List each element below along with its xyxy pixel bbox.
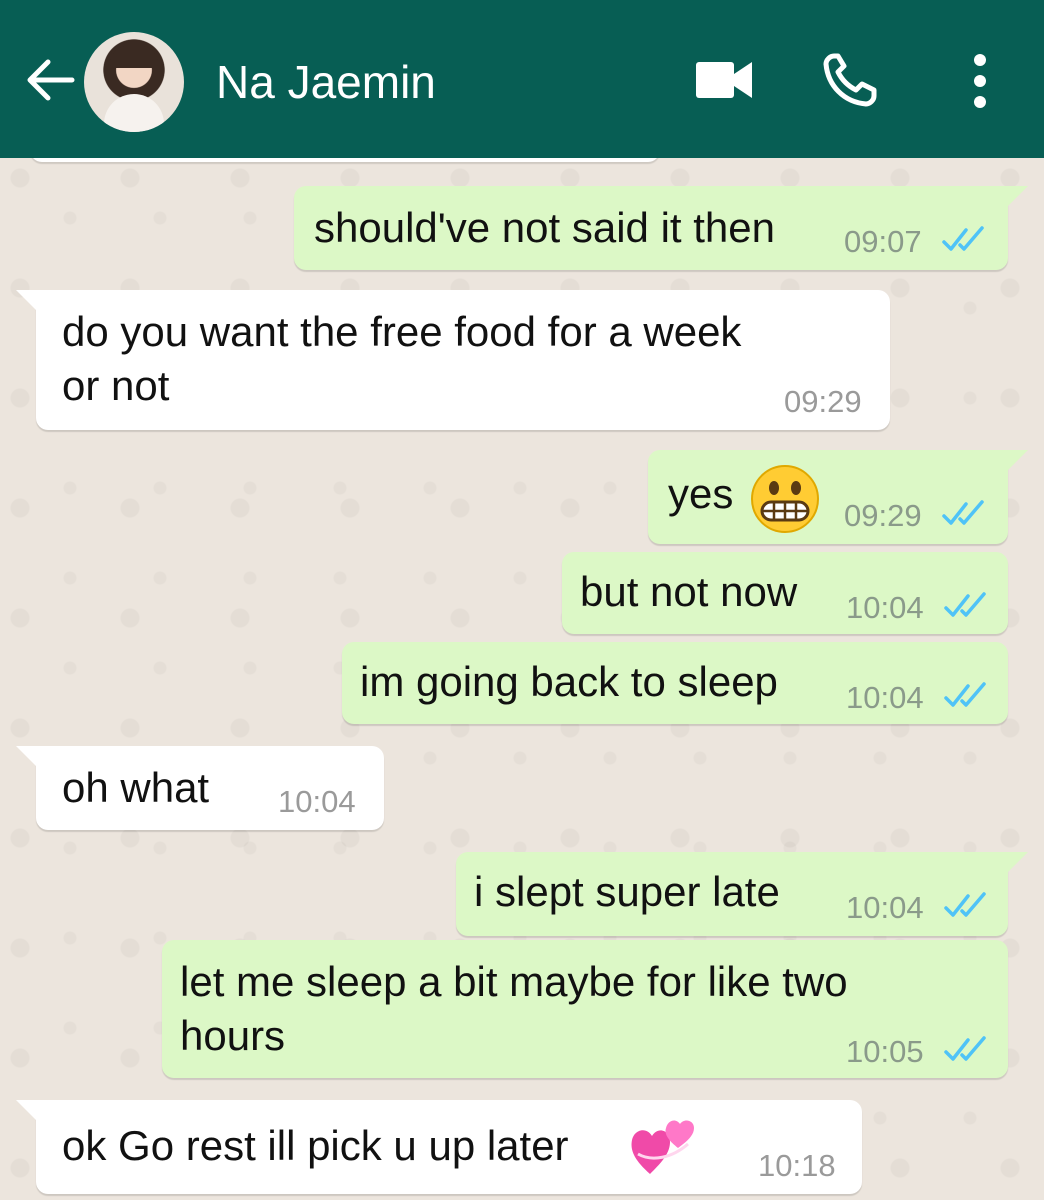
message-time: 09:29 [784, 384, 862, 419]
outgoing-message[interactable]: should've not said it then 09:07 [294, 186, 1028, 270]
avatar[interactable] [84, 32, 184, 132]
back-arrow-icon[interactable] [22, 52, 78, 108]
chat-area[interactable]: should've not said it then 09:07 do you … [0, 158, 1044, 1200]
message-text-line: or not [62, 362, 170, 409]
message-text: ok Go rest ill pick u up later [62, 1122, 569, 1169]
video-call-icon[interactable] [694, 58, 754, 102]
partial-message-bubble [30, 158, 660, 162]
phone-icon[interactable] [822, 52, 882, 108]
message-text: oh what [62, 764, 210, 811]
message-text-line: let me sleep a bit maybe for like two [180, 958, 848, 1005]
message-text: but not now [580, 568, 798, 615]
read-ticks-icon [944, 682, 986, 707]
two-hearts-emoji-icon [631, 1120, 694, 1174]
outgoing-message[interactable]: let me sleep a bit maybe for like two ho… [162, 940, 1008, 1078]
message-text-line: hours [180, 1012, 286, 1059]
read-ticks-icon [944, 592, 986, 617]
message-time: 09:29 [844, 498, 922, 533]
incoming-message[interactable]: oh what 10:04 [16, 746, 384, 830]
chat-header: Na Jaemin [0, 0, 1044, 158]
message-time: 10:05 [846, 1034, 924, 1069]
read-ticks-icon [944, 1036, 986, 1061]
grimacing-face-emoji-icon [751, 465, 819, 533]
read-ticks-icon [944, 892, 986, 917]
message-text-line: do you want the free food for a week [62, 308, 742, 355]
read-ticks-icon [942, 500, 984, 525]
incoming-message[interactable]: do you want the free food for a week or … [16, 290, 890, 430]
message-time: 09:07 [844, 224, 922, 259]
more-options-icon[interactable] [966, 52, 994, 110]
message-text: im going back to sleep [360, 658, 778, 705]
outgoing-message[interactable]: im going back to sleep 10:04 [342, 642, 1008, 724]
message-time: 10:04 [846, 590, 924, 625]
message-text: yes [668, 470, 734, 517]
incoming-message[interactable]: ok Go rest ill pick u up later 10:18 [16, 1100, 862, 1194]
outgoing-message[interactable]: yes 09:29 [648, 450, 1028, 544]
message-time: 10:18 [758, 1148, 836, 1183]
message-text: should've not said it then [314, 204, 775, 251]
outgoing-message[interactable]: i slept super late 10:04 [456, 852, 1028, 936]
contact-name[interactable]: Na Jaemin [216, 56, 436, 108]
outgoing-message[interactable]: but not now 10:04 [562, 552, 1008, 634]
message-time: 10:04 [846, 890, 924, 925]
message-text: i slept super late [474, 868, 780, 915]
message-time: 10:04 [278, 784, 356, 819]
message-time: 10:04 [846, 680, 924, 715]
read-ticks-icon [942, 226, 984, 251]
